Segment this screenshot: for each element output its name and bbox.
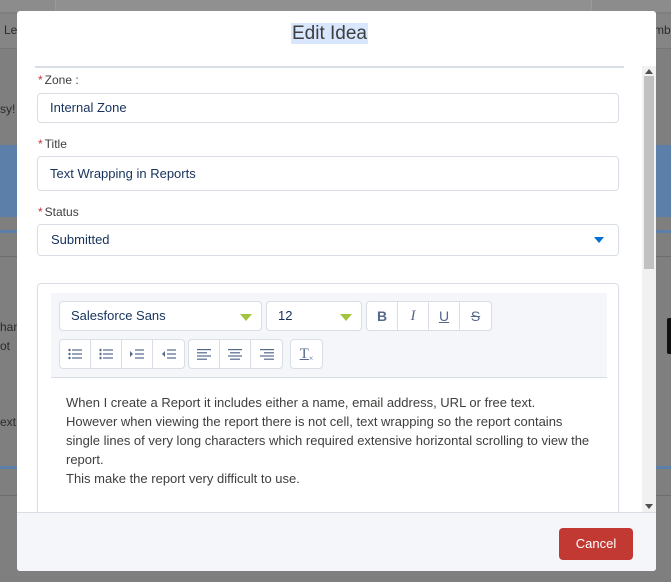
align-center-icon [228,349,242,360]
status-label: * Status [38,205,79,219]
cancel-button[interactable]: Cancel [559,528,633,560]
editor-paragraph: However when viewing the report there is… [66,414,590,467]
outdent-button[interactable] [153,340,184,368]
title-input[interactable]: Text Wrapping in Reports [37,156,619,191]
align-center-button[interactable] [220,340,251,368]
alignment-button-group [188,339,283,369]
list-indent-button-group [59,339,185,369]
clear-formatting-button[interactable]: T× [291,340,322,368]
modal-title: Edit Idea [291,23,368,44]
strikethrough-icon: S [470,308,481,324]
status-select[interactable]: Submitted [37,224,619,256]
title-divider [35,66,624,68]
bold-button[interactable]: B [367,302,398,330]
chevron-down-icon [240,314,252,321]
italic-icon: I [410,307,416,324]
chevron-down-icon [594,237,604,243]
clear-format-button-group: T× [290,339,323,369]
editor-paragraph: This make the report very difficult to u… [66,471,300,486]
background-side-tab [667,318,671,354]
edit-idea-modal: Edit Idea * Zone : Internal Zone * Title T… [17,11,656,571]
align-left-icon [197,349,211,360]
editor-toolbar: Salesforce Sans 12 B I U S T× [51,293,607,378]
align-right-icon [259,349,274,360]
numbered-list-icon [99,348,113,360]
editor-content[interactable]: When I create a Report it includes eithe… [66,393,596,488]
background-text: ot [0,339,11,353]
background-nav-item: mbe [654,23,671,37]
description-rich-text-editor: Salesforce Sans 12 B I U S T× When I cre… [37,283,619,512]
italic-button[interactable]: I [398,302,429,330]
required-marker: * [38,205,43,219]
zone-label: * Zone : [38,73,79,87]
modal-footer: Cancel [17,512,656,571]
bold-icon: B [376,308,388,324]
chevron-down-icon [340,314,352,321]
scroll-down-arrow-icon[interactable] [645,504,653,509]
indent-icon [130,349,144,359]
title-label: * Title [38,137,67,151]
font-family-select[interactable]: Salesforce Sans [59,301,262,331]
indent-button[interactable] [122,340,153,368]
scrollbar-thumb[interactable] [644,76,654,269]
modal-scrollbar[interactable] [642,66,656,512]
status-select-value: Submitted [51,232,110,247]
bulleted-list-button[interactable] [60,340,91,368]
font-family-value: Salesforce Sans [71,308,166,323]
editor-paragraph: When I create a Report it includes eithe… [66,395,536,410]
numbered-list-button[interactable] [91,340,122,368]
background-text: ext [0,415,17,429]
required-marker: * [38,73,43,87]
strikethrough-button[interactable]: S [460,302,491,330]
background-nav-item: Le [4,23,18,37]
required-marker: * [38,137,43,151]
align-right-button[interactable] [251,340,282,368]
text-style-button-group: B I U S [366,301,492,331]
clear-formatting-icon: T× [299,345,314,363]
modal-body: Edit Idea * Zone : Internal Zone * Title T… [17,11,642,512]
font-size-select[interactable]: 12 [266,301,362,331]
underline-icon: U [438,308,450,324]
zone-input[interactable]: Internal Zone [37,93,619,123]
underline-button[interactable]: U [429,302,460,330]
outdent-icon [161,349,176,359]
bulleted-list-icon [68,348,82,360]
background-text: sy! [0,102,16,116]
scroll-up-arrow-icon[interactable] [645,69,653,74]
font-size-value: 12 [278,308,293,323]
align-left-button[interactable] [189,340,220,368]
